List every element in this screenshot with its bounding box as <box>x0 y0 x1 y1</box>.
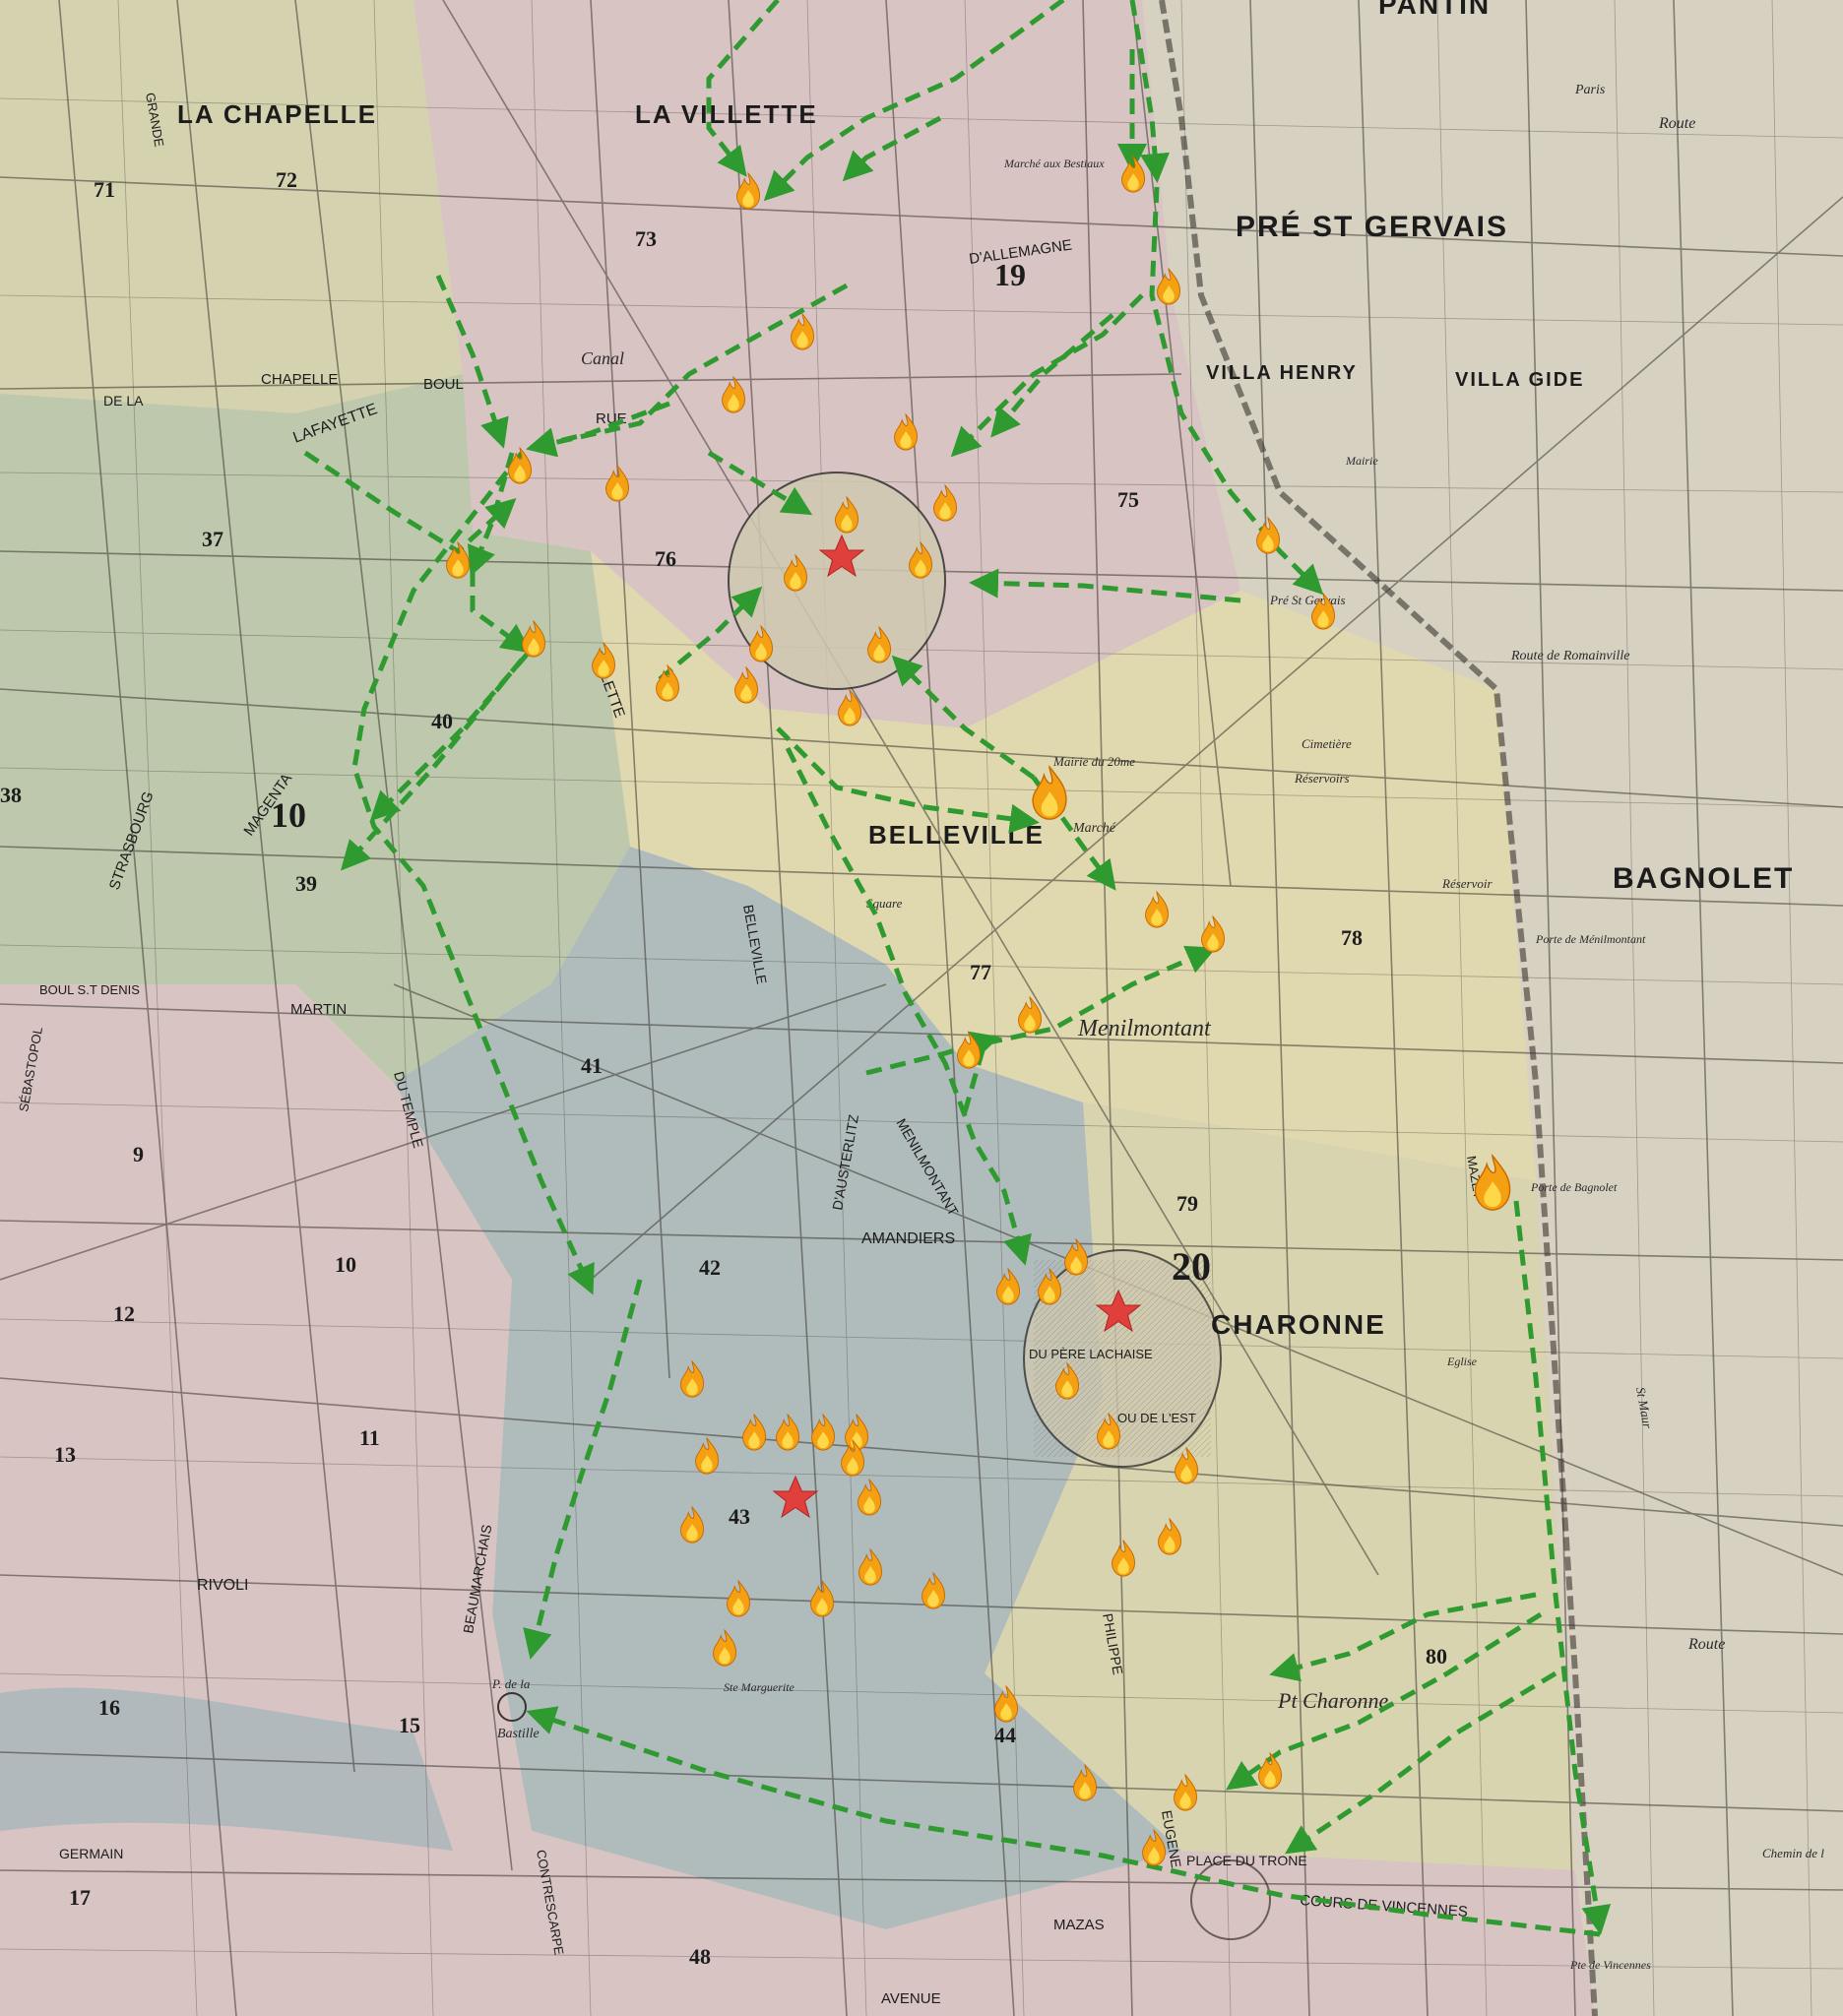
street-reservoir: Réservoir <box>1441 876 1493 891</box>
street-mazas: MAZAS <box>1053 1917 1105 1933</box>
label-villa-henry: VILLA HENRY <box>1206 362 1358 384</box>
quarter-12: 12 <box>113 1301 135 1326</box>
quarter-40: 40 <box>431 709 453 733</box>
street-cimetiere: Cimetière <box>1302 736 1352 751</box>
label-menilmontant: Menilmontant <box>1077 1016 1212 1041</box>
street-pre-st-gervais-small: Pré St Gervais <box>1269 593 1346 607</box>
street-martin: MARTIN <box>290 1001 347 1018</box>
label-bagnolet: BAGNOLET <box>1613 862 1794 895</box>
street-porte-bagnolet: Porte de Bagnolet <box>1530 1180 1618 1194</box>
quarter-11: 11 <box>359 1425 380 1450</box>
street-ste-marguerite: Ste Marguerite <box>724 1680 795 1694</box>
quarter-79: 79 <box>1176 1191 1198 1216</box>
label-la-chapelle: LA CHAPELLE <box>177 99 377 129</box>
street-porte-menilmontant: Porte de Ménilmontant <box>1535 932 1646 946</box>
street-mairie: Mairie <box>1345 454 1378 468</box>
street-canal: Canal <box>581 348 624 368</box>
street-boul-st-denis: BOUL S.T DENIS <box>39 982 140 997</box>
street-amandiers: AMANDIERS <box>861 1230 955 1247</box>
label-villa-gide: VILLA GIDE <box>1455 369 1584 391</box>
street-de-la: DE LA <box>103 393 144 409</box>
quarter-37: 37 <box>202 527 223 551</box>
street-place-du-trone: PLACE DU TRONE <box>1186 1853 1307 1868</box>
label-pt-charonne: Pt Charonne <box>1277 1688 1388 1713</box>
label-charonne: CHARONNE <box>1211 1309 1386 1340</box>
arr-20: 20 <box>1172 1244 1211 1289</box>
quarter-77: 77 <box>970 960 991 984</box>
quarter-75: 75 <box>1117 487 1139 512</box>
quarter-41: 41 <box>581 1053 603 1078</box>
quarter-78: 78 <box>1341 925 1363 950</box>
quarter-48: 48 <box>689 1944 711 1969</box>
quarter-44: 44 <box>994 1723 1016 1747</box>
street-marche: Marché <box>1072 821 1116 836</box>
quarter-13: 13 <box>54 1442 76 1467</box>
street-porte-vincennes: Pte de Vincennes <box>1569 1958 1651 1972</box>
street-ou-de-lest: OU DE L'EST <box>1117 1411 1196 1425</box>
label-pantin: PANTIN <box>1378 0 1491 20</box>
street-reservoirs: Réservoirs <box>1294 771 1350 786</box>
street-mairie-20: Mairie du 20me <box>1052 754 1135 769</box>
street-boul: BOUL <box>423 376 464 393</box>
street-route-montreuil: Route <box>1687 1636 1725 1653</box>
quarter-10: 10 <box>335 1252 356 1277</box>
quarter-71: 71 <box>94 177 115 202</box>
street-pere-lachaise: DU PÈRE LACHAISE <box>1029 1347 1153 1361</box>
street-route-top: Route <box>1658 115 1695 132</box>
quarter-15: 15 <box>399 1713 420 1737</box>
street-eglise: Eglise <box>1446 1354 1478 1368</box>
street-chemin-de-l: Chemin de l <box>1762 1846 1824 1860</box>
quarter-43: 43 <box>729 1504 750 1529</box>
label-pre-st-gervais: PRÉ ST GERVAIS <box>1236 210 1508 243</box>
quarter-9: 9 <box>133 1142 144 1166</box>
street-germain: GERMAIN <box>59 1846 123 1861</box>
street-bastille: Bastille <box>497 1727 540 1741</box>
label-la-villette: LA VILLETTE <box>635 99 818 129</box>
quarter-72: 72 <box>276 167 297 192</box>
street-chapelle: CHAPELLE <box>261 371 338 388</box>
quarter-76: 76 <box>655 546 676 571</box>
historic-paris-map: PANTIN LA CHAPELLE LA VILLETTE PRÉ ST GE… <box>0 0 1843 2016</box>
quarter-39: 39 <box>295 871 317 896</box>
street-rivoli: RIVOLI <box>197 1577 248 1594</box>
quarter-73: 73 <box>635 226 657 251</box>
label-belleville: BELLEVILLE <box>868 820 1045 850</box>
quarter-80: 80 <box>1426 1644 1447 1669</box>
street-route-romainville: Route de Romainville <box>1510 649 1630 663</box>
quarter-38: 38 <box>0 783 22 807</box>
street-marche-aux-bestiaux: Marché aux Bestiaux <box>1003 157 1105 170</box>
street-paris: Paris <box>1574 83 1606 97</box>
quarter-17: 17 <box>69 1885 91 1910</box>
street-avenue: AVENUE <box>881 1990 941 2007</box>
quarter-42: 42 <box>699 1255 721 1280</box>
street-p-de-la: P. de la <box>491 1676 531 1691</box>
quarter-16: 16 <box>98 1695 120 1720</box>
